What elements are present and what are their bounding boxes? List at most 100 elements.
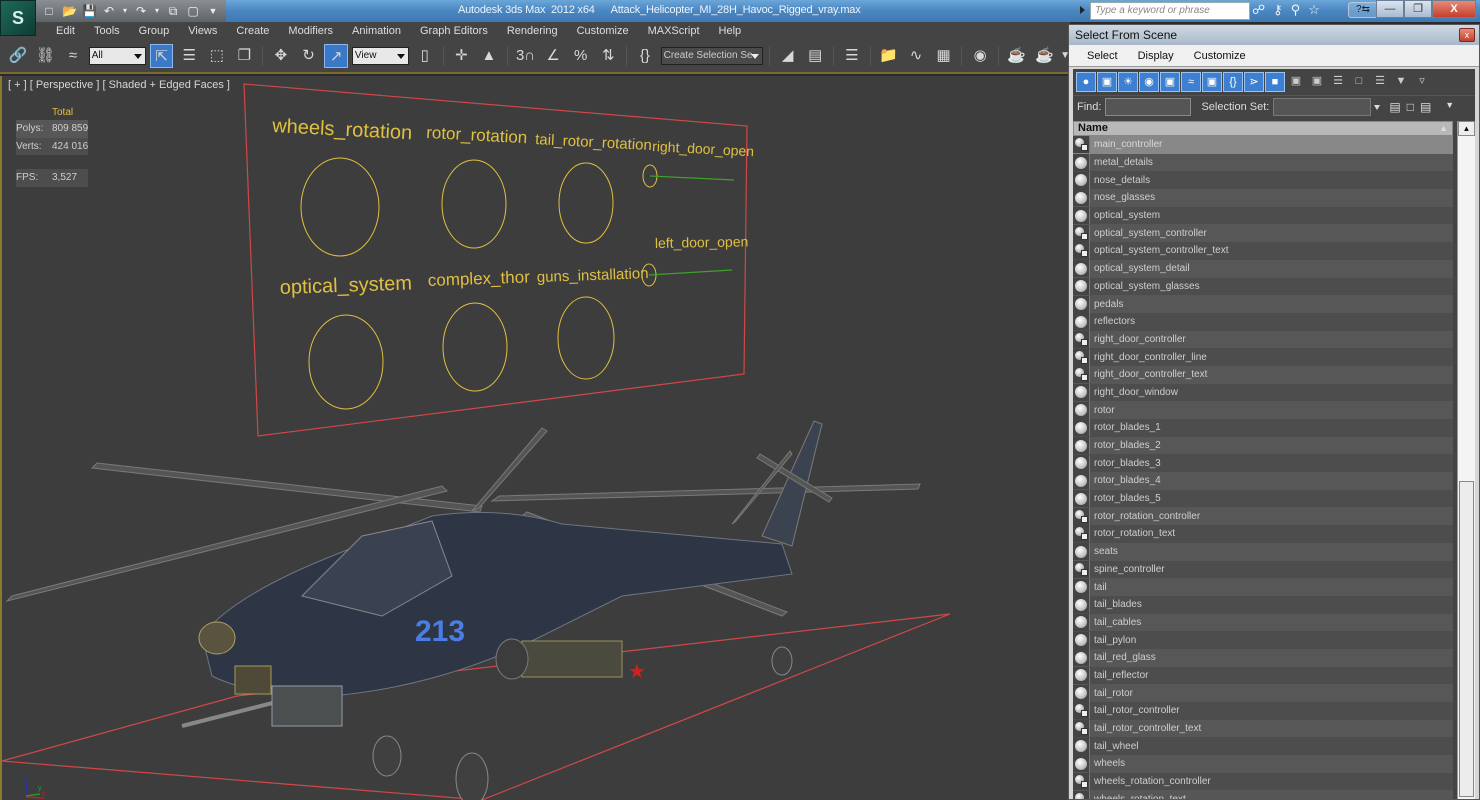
select-invert-icon[interactable]: ▤ [1420, 100, 1431, 114]
list-item[interactable]: rotor_rotation_text [1073, 525, 1453, 543]
mirror-icon[interactable]: ◢ [776, 44, 800, 68]
list-item[interactable]: tail_rotor_controller [1073, 702, 1453, 720]
selection-filter-dropdown[interactable]: All [88, 47, 146, 65]
filter-options-icon[interactable]: ▿ [1412, 72, 1432, 92]
scrollbar-thumb[interactable] [1459, 481, 1474, 797]
material-editor-icon[interactable]: ◉ [968, 44, 992, 68]
select-and-link-icon[interactable]: 🔗 [6, 44, 30, 68]
list-item[interactable]: rotor_blades_5 [1073, 489, 1453, 508]
save-icon[interactable]: 💾 [82, 4, 97, 18]
list-item[interactable]: tail_rotor [1073, 684, 1453, 702]
list-item[interactable]: rotor [1073, 401, 1453, 419]
list-item[interactable]: rotor_blades_4 [1073, 472, 1453, 490]
redo-dropdown-icon[interactable]: ▾ [154, 4, 160, 18]
display-all-icon[interactable]: ☰ [1328, 72, 1348, 92]
graphite-modeling-tools-icon[interactable]: 📁 [877, 44, 901, 68]
menu-tools[interactable]: Tools [86, 25, 131, 37]
options-dropdown-icon[interactable]: ▼ [1445, 100, 1454, 114]
redo-icon[interactable]: ↷ [134, 4, 148, 18]
menu-modifiers[interactable]: Modifiers [280, 25, 344, 37]
list-item[interactable]: main_controller [1073, 136, 1453, 154]
list-item[interactable]: optical_system_controller_text [1073, 242, 1453, 260]
communication-center-icon[interactable]: ⚲ [1291, 2, 1301, 18]
open-icon[interactable]: 📂 [62, 4, 77, 18]
list-item[interactable]: right_door_controller_line [1073, 348, 1453, 366]
new-icon[interactable]: □ [42, 4, 56, 18]
layer-manager-icon[interactable]: ☰ [840, 44, 864, 68]
filter-icon[interactable]: ▼ [1391, 72, 1411, 92]
display-invert-icon[interactable]: ☰ [1370, 72, 1390, 92]
binoculars-icon[interactable]: ☍ [1252, 2, 1265, 18]
menu-help[interactable]: Help [711, 25, 753, 37]
menu-rendering[interactable]: Rendering [499, 25, 569, 37]
display-geometry-icon[interactable]: ● [1076, 72, 1096, 92]
dialog-menu-select[interactable]: Select [1087, 50, 1118, 62]
list-item[interactable]: tail [1073, 578, 1453, 596]
favorites-star-icon[interactable]: ☆ [1308, 2, 1320, 18]
dialog-close-button[interactable]: x [1459, 28, 1475, 42]
helicopter-model[interactable]: ★ [5, 420, 921, 800]
display-containers-icon[interactable]: ■ [1265, 72, 1285, 92]
restore-button[interactable]: ❐ [1404, 0, 1432, 18]
select-and-manipulate-icon[interactable]: ✛ [450, 44, 474, 68]
select-none-icon[interactable]: □ [1407, 100, 1414, 114]
bind-to-space-warp-icon[interactable]: ≈ [61, 44, 85, 68]
menu-views[interactable]: Views [180, 25, 228, 37]
dialog-menu-customize[interactable]: Customize [1194, 50, 1246, 62]
list-item[interactable]: tail_reflector [1073, 666, 1453, 685]
display-hidden-icon[interactable]: ▣ [1307, 72, 1327, 92]
key-icon[interactable]: ⚷ [1273, 2, 1283, 18]
display-shapes-icon[interactable]: ▣ [1097, 72, 1117, 92]
display-groups-icon[interactable]: ▣ [1202, 72, 1222, 92]
angle-snap-icon[interactable]: ∠ [541, 44, 565, 68]
list-item[interactable]: tail_wheel [1073, 737, 1453, 756]
dialog-menu-display[interactable]: Display [1138, 50, 1174, 62]
display-frozen-icon[interactable]: ▣ [1286, 72, 1306, 92]
list-item[interactable]: rotor_blades_3 [1073, 454, 1453, 473]
reference-coordinate-dropdown[interactable]: View [351, 47, 409, 65]
list-item[interactable]: rotor_blades_1 [1073, 419, 1453, 437]
menu-edit[interactable]: Edit [48, 25, 86, 37]
list-item[interactable]: optical_system [1073, 206, 1453, 225]
use-pivot-center-icon[interactable]: ▯ [413, 44, 437, 68]
menu-customize[interactable]: Customize [569, 25, 640, 37]
list-item[interactable]: tail_red_glass [1073, 648, 1453, 667]
dialog-title-bar[interactable]: Select From Scene x [1069, 25, 1479, 45]
select-and-rotate-icon[interactable]: ↻ [297, 44, 321, 68]
keyboard-shortcut-override-icon[interactable]: ▲ [477, 44, 501, 68]
select-object-icon[interactable]: ⇱ [149, 44, 174, 68]
undo-dropdown-icon[interactable]: ▾ [122, 4, 128, 18]
percent-snap-icon[interactable]: % [569, 44, 593, 68]
help-icon[interactable]: ?⇆ [1348, 2, 1378, 18]
display-space-warps-icon[interactable]: ≈ [1181, 72, 1201, 92]
minimize-button[interactable]: — [1376, 0, 1404, 18]
list-item[interactable]: right_door_controller_text [1073, 365, 1453, 384]
list-item[interactable]: optical_system_glasses [1073, 277, 1453, 296]
list-item[interactable]: wheels_rotation_controller [1073, 772, 1453, 791]
align-icon[interactable]: ▤ [803, 44, 827, 68]
undo-icon[interactable]: ↶ [102, 4, 116, 18]
list-item[interactable]: wheels_rotation_text [1073, 790, 1453, 799]
unlink-selection-icon[interactable]: ⛓ [34, 44, 58, 68]
rectangular-selection-icon[interactable]: ⬚ [205, 44, 229, 68]
display-xrefs-icon[interactable]: {} [1223, 72, 1243, 92]
scroll-up-button[interactable]: ▲ [1458, 121, 1475, 136]
list-item[interactable]: pedals [1073, 295, 1453, 313]
menu-graph-editors[interactable]: Graph Editors [412, 25, 499, 37]
close-button[interactable]: X [1432, 0, 1476, 18]
menu-maxscript[interactable]: MAXScript [640, 25, 711, 37]
name-column-header[interactable]: Name ▲ [1073, 121, 1453, 136]
list-item[interactable]: right_door_controller [1073, 330, 1453, 349]
workspace-icon[interactable]: ▢ [186, 4, 200, 18]
list-item[interactable]: tail_pylon [1073, 631, 1453, 649]
list-item[interactable]: right_door_window [1073, 383, 1453, 402]
edit-named-selection-icon[interactable]: {} [633, 44, 657, 68]
find-input[interactable] [1105, 97, 1192, 116]
display-none-icon[interactable]: □ [1349, 72, 1369, 92]
menu-animation[interactable]: Animation [344, 25, 412, 37]
menu-create[interactable]: Create [228, 25, 280, 37]
list-item[interactable]: spine_controller [1073, 560, 1453, 579]
viewport-label[interactable]: [ + ] [ Perspective ] [ Shaded + Edged F… [8, 79, 230, 91]
menu-group[interactable]: Group [131, 25, 181, 37]
list-item[interactable]: optical_system_detail [1073, 259, 1453, 278]
